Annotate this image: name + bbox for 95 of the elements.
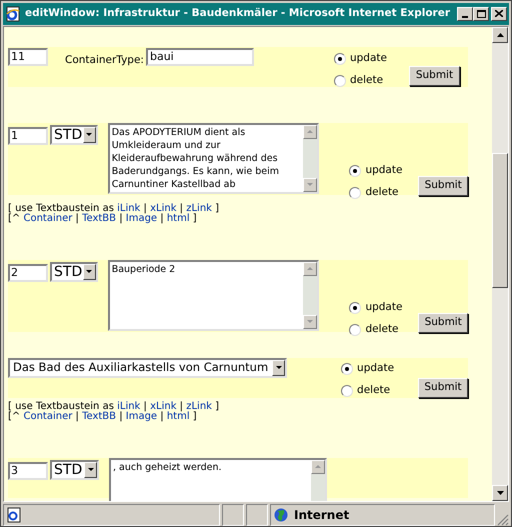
radio-button[interactable]	[334, 52, 346, 65]
number-field[interactable]: 3	[8, 462, 48, 480]
link[interactable]: iLink	[117, 402, 140, 412]
number-field[interactable]: 1	[8, 126, 48, 145]
up-arrow-icon	[496, 32, 504, 37]
radio-label: delete	[350, 72, 384, 88]
status-pane	[246, 504, 268, 526]
link-separator: [ use Textbaustein as	[8, 402, 114, 412]
radio-button[interactable]	[349, 324, 362, 336]
radio-label: update	[357, 360, 394, 376]
link[interactable]: Image	[126, 412, 158, 422]
link[interactable]: Container	[23, 412, 72, 422]
browser-icon	[5, 6, 21, 22]
submit-button[interactable]: Submit	[408, 66, 460, 86]
scroll-down-button[interactable]	[492, 485, 508, 502]
link-separator: |	[180, 402, 184, 412]
link-separator: |	[118, 412, 124, 422]
radio-label: delete	[357, 382, 390, 398]
link[interactable]: xLink	[150, 204, 176, 214]
resize-grip-icon[interactable]	[497, 514, 509, 526]
link-separator: ]	[192, 412, 197, 422]
link[interactable]: zLink	[186, 204, 212, 214]
style-dropdown[interactable]: STD	[50, 460, 99, 480]
text-scrollbar[interactable]	[303, 124, 318, 192]
status-pane	[222, 504, 244, 526]
link[interactable]: Container	[23, 214, 72, 224]
up-arrow-icon	[315, 465, 321, 468]
style-dropdown[interactable]: STD	[50, 124, 98, 145]
text-scrollbar[interactable]	[303, 262, 318, 329]
link-separator: |	[74, 214, 80, 224]
window-title: editWindow: Infrastruktur - Baudenkmäler - Microsoft Internet Explorer	[25, 6, 452, 22]
link[interactable]: TextBB	[82, 214, 116, 224]
zone-label: Internet	[294, 507, 350, 524]
link-separator: [^	[8, 412, 22, 422]
link-separator: ]	[214, 204, 220, 214]
container-type-field[interactable]: baui	[146, 48, 254, 66]
field-label: ContainerType:	[65, 52, 144, 68]
link[interactable]: Image	[126, 214, 158, 224]
radio-label: update	[350, 50, 387, 66]
radio-label: delete	[365, 184, 399, 200]
down-arrow-icon	[496, 491, 504, 496]
link-separator: [^	[8, 214, 22, 224]
submit-button[interactable]: Submit	[418, 176, 468, 196]
text-area[interactable]: Das APODYTERIUM dient als Umkleideraum und zur Kleideraufbewahrung während des Baderundgangs. Es kann, wie beim Carnuntiner Kastellbad ab	[108, 122, 320, 194]
number-field[interactable]: 2	[8, 264, 48, 282]
maximize-button[interactable]	[473, 6, 489, 21]
up-arrow-icon	[307, 267, 314, 270]
radio-button[interactable]	[349, 302, 362, 314]
radio-button[interactable]	[334, 74, 346, 87]
title-dropdown[interactable]: Das Bad des Auxiliarkastells von Carnuntum	[8, 358, 288, 378]
page-icon	[7, 507, 21, 523]
link-separator: [ use Textbaustein as	[8, 204, 114, 214]
link-separator: |	[118, 214, 124, 224]
up-arrow-icon	[307, 130, 314, 134]
link-separator: |	[144, 204, 147, 214]
style-dropdown[interactable]: STD	[50, 262, 98, 282]
radio-label: delete	[365, 322, 399, 337]
globe-icon	[274, 508, 288, 522]
text-area[interactable]: Bauperiode 2	[108, 260, 320, 331]
scroll-thumb[interactable]	[492, 152, 508, 288]
down-arrow-icon	[307, 320, 314, 324]
link-separator: ]	[214, 402, 220, 412]
down-arrow-icon	[307, 183, 314, 186]
submit-button[interactable]: Submit	[418, 312, 468, 333]
radio-button[interactable]	[349, 164, 362, 177]
link[interactable]: html	[166, 412, 190, 422]
link-separator: |	[159, 214, 165, 224]
link-separator: |	[74, 412, 80, 422]
text-area[interactable]: , auch geheizt werden.	[109, 458, 327, 502]
link[interactable]: TextBB	[82, 412, 116, 422]
radio-button[interactable]	[349, 186, 362, 199]
link[interactable]: xLink	[150, 402, 176, 412]
number-field[interactable]: 11	[8, 48, 48, 66]
link[interactable]: zLink	[186, 402, 212, 412]
text-scrollbar[interactable]	[311, 460, 325, 502]
link-separator: |	[159, 412, 165, 422]
link[interactable]: iLink	[117, 204, 140, 214]
link-separator: ]	[192, 214, 197, 224]
dropdown-arrow-icon	[88, 468, 94, 472]
link-separator: |	[180, 204, 184, 214]
dropdown-arrow-icon	[276, 366, 282, 370]
submit-button[interactable]: Submit	[418, 378, 468, 398]
minimize-button[interactable]	[457, 6, 473, 21]
link-separator: |	[144, 402, 147, 412]
link[interactable]: html	[166, 214, 190, 224]
dropdown-arrow-icon	[86, 133, 92, 136]
close-icon	[495, 10, 503, 18]
radio-label: update	[365, 300, 402, 315]
close-button[interactable]	[491, 6, 507, 21]
scroll-up-button[interactable]	[492, 26, 508, 43]
radio-label: update	[365, 162, 402, 178]
radio-button[interactable]	[341, 384, 354, 397]
scrollbar[interactable]	[492, 26, 508, 502]
radio-button[interactable]	[341, 362, 354, 375]
dropdown-arrow-icon	[86, 270, 92, 274]
